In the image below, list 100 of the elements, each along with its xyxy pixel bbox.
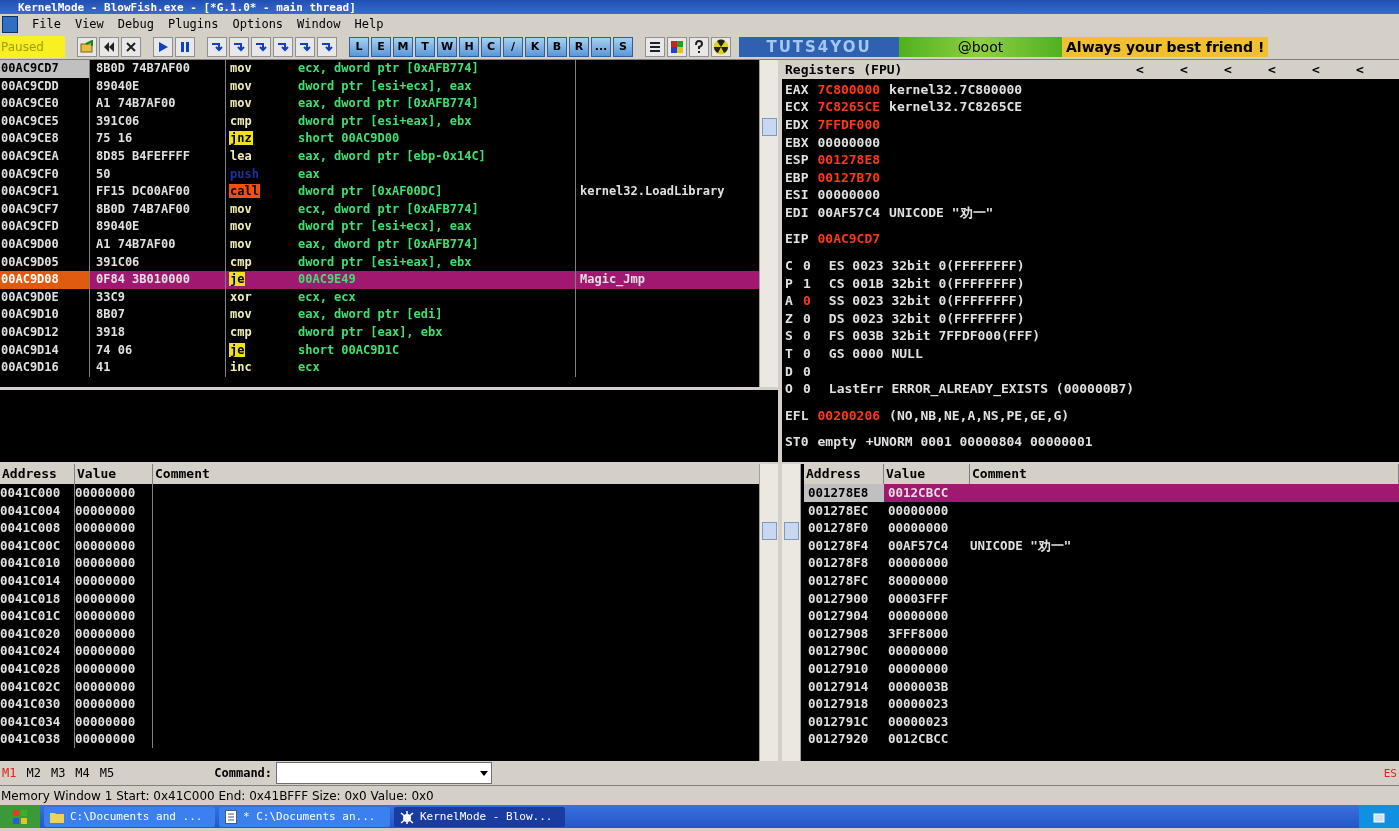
help-icon[interactable] [689,36,709,57]
scrollbar[interactable] [759,60,778,387]
hex-cell: 8B0D 74B7AF00 [90,60,226,78]
mnemonic: lea [229,148,253,163]
letter-button[interactable]: R [569,36,589,57]
letter-button[interactable]: / [503,36,523,57]
register-value[interactable]: 0 [803,309,811,328]
register-value[interactable]: 0 [803,327,811,346]
radiation-icon[interactable] [711,36,731,57]
step-icon[interactable] [229,36,249,57]
step-icon[interactable] [273,36,293,57]
letter-button[interactable]: S [613,36,633,57]
letter-button[interactable]: E [371,36,391,57]
register-value[interactable]: 7C800000 [817,80,881,99]
column-header[interactable]: Address [0,464,75,484]
letter-button[interactable]: B [547,36,567,57]
letter-button[interactable]: C [481,36,501,57]
memory-tab[interactable]: M5 [99,766,115,780]
open-icon[interactable] [77,36,97,57]
scroll-left-button[interactable]: < [1177,61,1191,77]
pause-icon[interactable] [175,36,195,57]
register-value[interactable]: 00000000 [817,133,881,152]
menu-item[interactable]: File [32,17,61,31]
selected-row[interactable]: 00AC9D08 0F84 3B010000 je 00AC9E49 Magic_Jmp [0,271,759,289]
status-label: Paused [0,35,65,58]
register-value[interactable]: 0 [803,257,811,275]
close-icon[interactable] [121,36,141,57]
scrollbar[interactable] [782,464,801,761]
scroll-left-button[interactable]: < [1265,61,1279,77]
taskbar-button[interactable]: * C:\Documents an... [219,806,390,827]
register-value[interactable]: 00127B70 [817,168,881,187]
scroll-left-button[interactable]: < [1353,61,1367,77]
register-value[interactable]: 00200206 [817,406,881,425]
scroll-left-button[interactable]: < [1221,61,1235,77]
scroll-thumb[interactable] [784,522,799,540]
register-value[interactable]: 0 [803,292,811,310]
step-icon[interactable] [295,36,315,57]
command-field[interactable] [276,762,493,784]
step-icon[interactable] [207,36,227,57]
letter-button[interactable]: M [393,36,413,57]
address-cell-text: 00127904 [807,607,870,625]
letter-button[interactable]: ... [591,36,611,57]
step-icon[interactable] [251,36,271,57]
menu-item[interactable]: Plugins [167,17,219,31]
rewind-icon[interactable] [99,36,119,57]
menu-item[interactable]: Options [232,17,284,31]
scroll-left-button[interactable]: < [1309,61,1323,77]
scroll-left-button[interactable]: < [1133,61,1147,77]
register-value[interactable]: 00000000 [817,186,881,204]
list-icon[interactable] [645,36,665,57]
menu-item[interactable]: Debug [117,17,154,31]
value-cell: 00000000 [75,659,153,678]
mnemonic: push [229,166,260,181]
register-value[interactable]: 0 [803,345,811,363]
letter-button[interactable]: H [459,36,479,57]
letter-button[interactable]: K [525,36,545,57]
scroll-thumb[interactable] [762,118,777,136]
letter-button[interactable]: L [349,36,369,57]
selected-row[interactable]: 001278E8 0012CBCC [804,484,1399,502]
register-value[interactable]: 7C8265CE [817,98,881,116]
command-label: Command: [214,766,273,780]
start-button[interactable] [0,805,40,828]
memory-tab[interactable]: M4 [75,766,90,780]
operand-cell: 00AC9E49 [298,271,576,289]
letter-button[interactable]: W [437,36,457,57]
register-name: T [785,345,793,363]
step-icon[interactable] [317,36,337,57]
play-icon[interactable] [153,36,173,57]
register-value[interactable]: 001278E8 [817,151,881,169]
register-value[interactable]: 1 [803,274,811,293]
app-icon[interactable] [2,15,18,33]
column-header[interactable]: Value [75,464,153,484]
register-value[interactable]: 7FFDF000 [817,115,881,134]
address-cell: 0041C030 [0,695,75,713]
scrollbar[interactable] [759,464,778,761]
tray-icon[interactable] [1359,805,1399,828]
memory-tab[interactable]: M3 [50,766,66,780]
hex-cell: 50 [90,165,226,184]
register-value[interactable]: 0 [803,380,811,398]
register-value[interactable]: 00AF57C4 [817,203,881,222]
taskbar-button[interactable]: KernelMode - Blow... [394,806,565,827]
register-name: Z [785,309,793,328]
value-cell-text: 3FFF8000 [887,624,950,643]
register-name: EIP [785,230,809,249]
menu-item[interactable]: Help [354,17,384,31]
address-cell: 00AC9D10 [0,306,90,324]
value-cell: 00000000 [75,677,153,696]
register-value[interactable]: 00AC9CD7 [817,230,881,249]
menu-item[interactable]: View [74,17,104,31]
register-value[interactable]: empty [817,433,857,451]
letter-button[interactable]: T [415,36,435,57]
register-value[interactable]: 0 [803,362,811,381]
register-info: DS 0023 32bit 0(FFFFFFFF) [828,309,1025,328]
address-cell: 0041C01C [0,607,75,625]
palette-icon[interactable] [667,36,687,57]
taskbar-button[interactable]: C:\Documents and ... [44,806,215,827]
hex-cell: 33C9 [90,288,226,307]
menu-item[interactable]: Window [297,17,341,31]
memory-tab[interactable]: M2 [26,766,41,780]
scroll-thumb[interactable] [762,522,777,540]
